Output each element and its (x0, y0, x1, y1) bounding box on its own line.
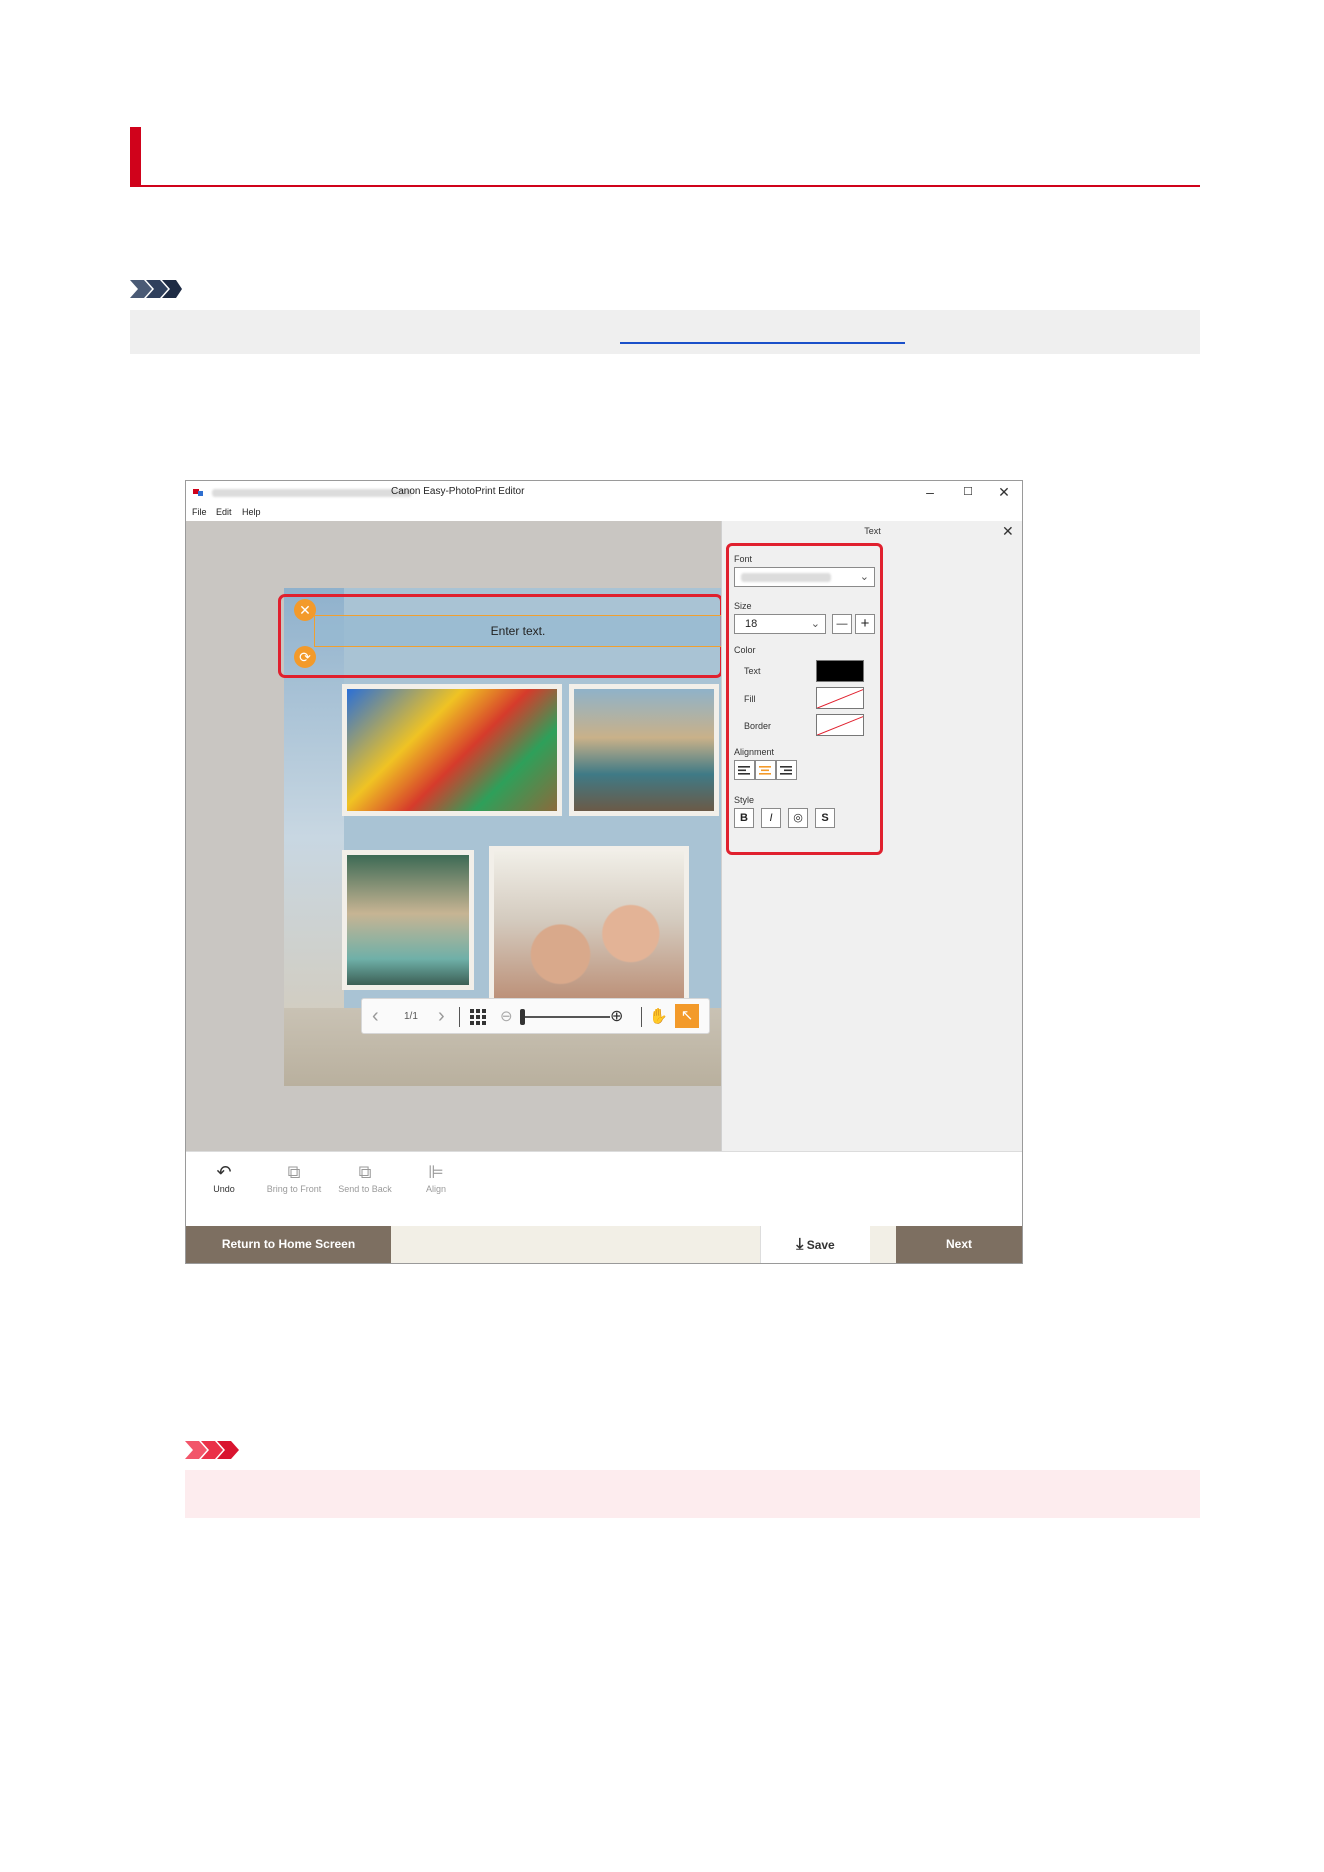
color-border-label: Border (744, 721, 772, 731)
color-text-label: Text (744, 666, 761, 676)
shadow-button[interactable]: S (815, 808, 835, 828)
color-fill-label: Fill (744, 694, 756, 704)
size-label: Size (734, 601, 752, 611)
menu-bar: File Edit Help (186, 503, 1022, 521)
undo-label: Undo (213, 1184, 235, 1194)
prev-page-button[interactable]: ‹ (372, 1005, 379, 1028)
toolbar-divider (459, 1007, 460, 1027)
align-button[interactable]: ⊫ Align (400, 1160, 472, 1194)
text-color-swatch[interactable] (816, 660, 864, 682)
zoom-out-icon[interactable]: ⊖ (500, 1007, 513, 1025)
color-label: Color (734, 645, 756, 655)
grid-icon[interactable] (470, 1009, 486, 1025)
minimize-button[interactable]: – (916, 483, 944, 501)
note-link[interactable] (620, 320, 905, 344)
menu-help[interactable]: Help (242, 507, 261, 517)
section-title-rule (130, 185, 1200, 187)
size-value: 18 (745, 618, 758, 630)
rotate-handle-icon[interactable]: ⟳ (294, 646, 316, 668)
undo-icon: ↶ (216, 1162, 232, 1182)
italic-button[interactable]: I (761, 808, 781, 828)
style-label: Style (734, 795, 755, 805)
zoom-slider-track[interactable] (522, 1016, 610, 1018)
window-title-blurred (212, 489, 412, 497)
chevron-down-icon: ⌄ (810, 618, 820, 630)
app-window: Canon Easy-PhotoPrint Editor – ☐ ✕ File … (185, 480, 1023, 1264)
section-title-marker (130, 127, 141, 187)
important-icon (185, 1441, 239, 1459)
window-title: Canon Easy-PhotoPrint Editor (391, 486, 525, 497)
font-select[interactable]: ⌄ (734, 567, 875, 587)
note-icon (130, 280, 182, 298)
photo-suitcase-books[interactable] (342, 850, 474, 990)
download-icon: ⤓ (796, 1236, 804, 1253)
fill-color-swatch[interactable] (816, 687, 864, 709)
next-button[interactable]: Next (896, 1226, 1022, 1263)
send-to-back-label: Send to Back (338, 1184, 392, 1194)
align-icon: ⊫ (428, 1162, 444, 1182)
undo-button[interactable]: ↶ Undo (188, 1160, 260, 1194)
zoom-slider-thumb[interactable] (520, 1009, 525, 1025)
bring-to-front-icon: ⧉ (287, 1162, 301, 1182)
save-label: Save (806, 1238, 835, 1252)
toolbar-divider (641, 1007, 642, 1027)
save-button[interactable]: ⤓ Save (760, 1226, 870, 1263)
zoom-in-icon[interactable]: ⊕ (610, 1006, 623, 1026)
photo-canal-icecream[interactable] (569, 684, 719, 816)
hand-tool-icon[interactable]: ✋ (649, 1007, 668, 1025)
app-logo-icon (192, 487, 204, 497)
alignment-buttons (734, 760, 797, 780)
size-decrease-button[interactable]: — (832, 614, 852, 634)
zoom-toolbar: ‹ 1/1 › ⊖ ⊕ ✋ ↖ (361, 998, 710, 1034)
bold-button[interactable]: B (734, 808, 754, 828)
text-settings-panel: Text ✕ Font ⌄ Size 18 ⌄ — + Color Text F… (721, 521, 1022, 1151)
chevron-down-icon: ⌄ (859, 571, 869, 583)
close-button[interactable]: ✕ (990, 483, 1018, 501)
menu-edit[interactable]: Edit (216, 507, 232, 517)
bring-to-front-label: Bring to Front (266, 1184, 322, 1194)
menu-file[interactable]: File (192, 507, 207, 517)
send-to-back-icon: ⧉ (358, 1162, 372, 1182)
select-tool-icon[interactable]: ↖ (675, 1004, 699, 1028)
font-label: Font (734, 554, 753, 564)
outline-button[interactable]: ◎ (788, 808, 808, 828)
maximize-button[interactable]: ☐ (954, 483, 982, 501)
next-page-button[interactable]: › (438, 1005, 445, 1028)
alignment-label: Alignment (734, 747, 775, 757)
size-select[interactable]: 18 ⌄ (734, 614, 826, 634)
align-label: Align (425, 1184, 446, 1194)
footer-bar: Return to Home Screen ⤓ Save Next (186, 1226, 1022, 1263)
photo-colorful-street[interactable] (342, 684, 562, 816)
size-increase-button[interactable]: + (855, 614, 875, 634)
delete-handle-icon[interactable]: ✕ (294, 599, 316, 621)
font-value-blurred (741, 573, 831, 582)
return-home-button[interactable]: Return to Home Screen (186, 1226, 391, 1263)
window-title-bar: Canon Easy-PhotoPrint Editor – ☐ ✕ (186, 481, 1022, 503)
panel-title: Text (864, 526, 881, 536)
text-box[interactable]: Enter text. (314, 615, 722, 647)
important-box (185, 1470, 1200, 1518)
border-color-swatch[interactable] (816, 714, 864, 736)
bottom-toolbar: ↶ Undo ⧉ Bring to Front ⧉ Send to Back ⊫… (186, 1151, 1022, 1226)
bring-to-front-button[interactable]: ⧉ Bring to Front (258, 1160, 330, 1194)
panel-close-icon[interactable]: ✕ (1002, 521, 1016, 541)
page-indicator: 1/1 (404, 1011, 418, 1022)
send-to-back-button[interactable]: ⧉ Send to Back (329, 1160, 401, 1194)
